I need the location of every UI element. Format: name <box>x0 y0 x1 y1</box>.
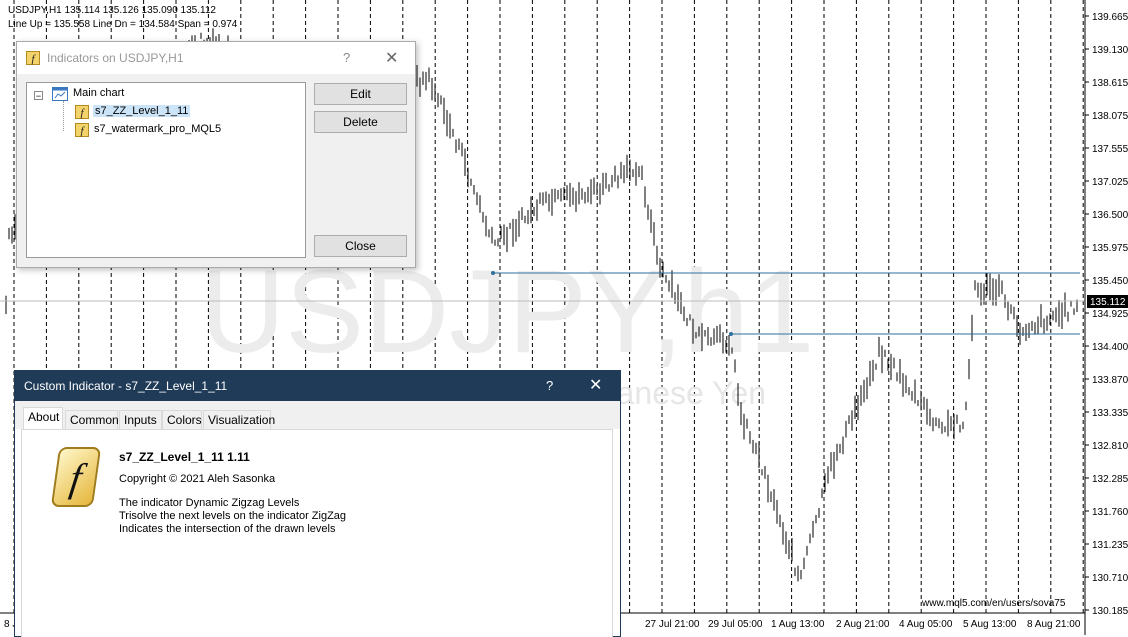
close-icon[interactable]: ✕ <box>589 375 602 395</box>
tree-item-indicator[interactable]: s7_watermark_pro_MQL5 <box>94 123 221 135</box>
time-label: 4 Aug 05:00 <box>899 619 953 630</box>
delete-button[interactable]: Delete <box>314 111 407 133</box>
price-label: 133.335 <box>1092 408 1128 419</box>
indicator-icon: f <box>75 105 89 119</box>
levels-info: Line Up = 135.558 Line Dn = 134.584 Span… <box>8 19 237 30</box>
edit-button[interactable]: Edit <box>314 83 407 105</box>
indicator-icon: f <box>75 123 89 137</box>
time-label: 8 Aug 21:00 <box>1027 619 1081 630</box>
indicator-description-line: Trisolve the next levels on the indicato… <box>119 510 347 522</box>
close-icon[interactable]: ✕ <box>385 48 398 68</box>
tab-about[interactable]: About <box>23 407 63 430</box>
indicators-dialog-titlebar[interactable]: f Indicators on USDJPY,H1 ? ✕ <box>17 42 415 74</box>
levels-line: Line Up = 135.558 Line Dn = 134.584 Span… <box>8 19 238 30</box>
price-label: 132.285 <box>1092 474 1128 485</box>
indicators-dialog-title: Indicators on USDJPY,H1 <box>47 51 184 65</box>
collapse-icon[interactable]: − <box>34 91 43 101</box>
tab-colors[interactable]: Colors <box>162 410 202 429</box>
price-label: 131.235 <box>1092 540 1128 551</box>
tree-connector <box>63 101 65 131</box>
price-label: 130.710 <box>1092 573 1128 584</box>
time-label: 2 Aug 21:00 <box>836 619 890 630</box>
price-label: 139.665 <box>1092 12 1128 23</box>
time-label: 29 Jul 05:00 <box>708 619 763 630</box>
indicators-dialog: f Indicators on USDJPY,H1 ? ✕ − Main cha… <box>16 41 416 268</box>
price-label: 131.760 <box>1092 507 1128 518</box>
indicator-name: s7_ZZ_Level_1_11 1.11 <box>119 450 250 464</box>
time-label: 5 Aug 13:00 <box>963 619 1017 630</box>
price-label: 139.130 <box>1092 45 1128 56</box>
time-label: 1 Aug 13:00 <box>771 619 825 630</box>
tree-item-indicator[interactable]: s7_ZZ_Level_1_11 <box>93 105 191 117</box>
tab-visualization[interactable]: Visualization <box>203 410 275 429</box>
price-label: 135.975 <box>1092 243 1128 254</box>
indicator-description-line: Indicates the intersection of the drawn … <box>119 523 336 535</box>
price-label: 135.450 <box>1092 276 1128 287</box>
current-price-label: 135.112 <box>1090 297 1126 308</box>
ohlc-line: USDJPY,H1 135.114 135.126 135.090 135.11… <box>8 5 216 16</box>
website-label: www.mql5.com/en/users/sova75 <box>921 598 1066 609</box>
price-label: 132.810 <box>1092 441 1128 452</box>
symbol-info: USDJPY,H1 135.114 135.126 135.090 135.11… <box>8 5 216 16</box>
time-label: 27 Jul 21:00 <box>645 619 700 630</box>
indicator-copyright: Copyright © 2021 Aleh Sasonka <box>119 473 276 485</box>
indicator-description-line: The indicator Dynamic Zigzag Levels <box>119 497 300 509</box>
price-label: 136.500 <box>1092 210 1128 221</box>
price-label: 134.400 <box>1092 342 1128 353</box>
price-label: 138.075 <box>1092 111 1128 122</box>
price-label: 134.925 <box>1092 309 1128 320</box>
price-label: 133.870 <box>1092 375 1128 386</box>
chart-window-icon <box>52 87 68 101</box>
tree-root-main-chart[interactable]: Main chart <box>73 87 124 99</box>
custom-indicator-dialog: Custom Indicator - s7_ZZ_Level_1_11 ? ✕ … <box>14 370 621 637</box>
tab-inputs[interactable]: Inputs <box>119 410 162 429</box>
price-label: 137.555 <box>1092 144 1128 155</box>
help-button[interactable]: ? <box>546 378 553 393</box>
about-panel: f s7_ZZ_Level_1_11 1.11 Copyright © 2021… <box>21 429 613 637</box>
close-button[interactable]: Close <box>314 235 407 257</box>
indicator-logo-icon: f <box>50 447 102 507</box>
help-button[interactable]: ? <box>343 50 350 65</box>
zz-level-up-point[interactable] <box>491 271 495 275</box>
price-label: 130.185 <box>1092 606 1128 617</box>
price-label: 138.615 <box>1092 78 1128 89</box>
zz-level-down-point[interactable] <box>729 332 733 336</box>
custom-indicator-title: Custom Indicator - s7_ZZ_Level_1_11 <box>24 379 228 393</box>
tab-common[interactable]: Common <box>65 410 119 429</box>
indicator-icon: f <box>26 51 40 65</box>
price-axis[interactable]: 139.665 139.130 138.615 138.075 137.555 137.0… <box>1085 12 1128 617</box>
custom-indicator-titlebar[interactable]: Custom Indicator - s7_ZZ_Level_1_11 ? ✕ <box>15 371 620 401</box>
tab-bar: About Common Inputs Colors Visualization <box>15 401 620 430</box>
indicators-tree[interactable]: − Main chart f s7_ZZ_Level_1_11 f s7_wat… <box>26 82 306 258</box>
price-label: 137.025 <box>1092 177 1128 188</box>
